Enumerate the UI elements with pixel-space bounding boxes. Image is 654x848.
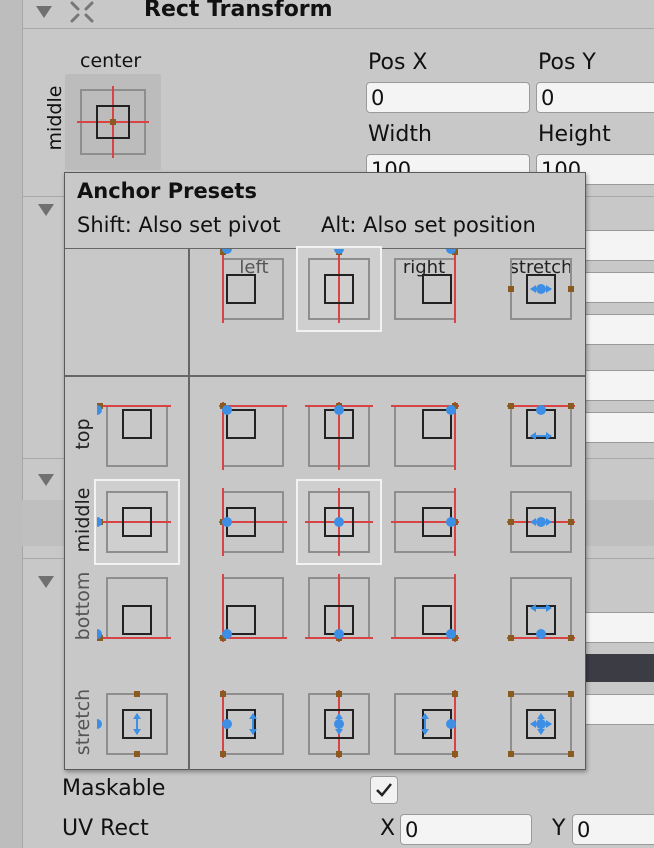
preset-stretch-left[interactable] <box>210 681 296 767</box>
anchor-preset-icon <box>507 577 575 641</box>
preset-top-none[interactable] <box>94 393 180 479</box>
preset-middle-none[interactable] <box>94 479 180 565</box>
left-gutter <box>0 0 23 848</box>
anchor-preset-icon <box>305 574 373 642</box>
header-divider <box>22 28 654 29</box>
anchor-preset-icon <box>391 402 459 470</box>
anchor-preset-icon <box>391 488 459 556</box>
anchor-preset-icon <box>394 249 458 323</box>
preset-stretch-center[interactable] <box>296 681 382 767</box>
checkmark-icon <box>376 783 392 797</box>
anchor-h-label: center <box>80 50 142 72</box>
anchor-preset-icon <box>308 690 370 758</box>
component-title: Rect Transform <box>144 0 333 22</box>
preset-top-left[interactable] <box>210 393 296 479</box>
anchor-preset-icon <box>507 403 575 467</box>
height-label: Height <box>538 122 611 147</box>
anchor-preset-button[interactable] <box>65 74 161 170</box>
foldout-arrow-icon[interactable] <box>38 576 54 588</box>
preset-top-center[interactable] <box>296 393 382 479</box>
rect-transform-icon <box>68 0 96 28</box>
preset-stretch-stretch[interactable] <box>498 681 584 767</box>
anchor-presets-popup: Anchor Presets Shift: Also set pivot Alt… <box>64 172 586 770</box>
preset-middle-stretch[interactable] <box>498 479 584 565</box>
uv-rect-label: UV Rect <box>62 816 149 841</box>
preset-none-right[interactable] <box>382 246 468 332</box>
preset-top-stretch[interactable] <box>498 393 584 479</box>
anchor-preset-icon <box>508 258 574 320</box>
pos-x-label: Pos X <box>368 50 428 75</box>
anchor-preset-icon <box>219 488 287 556</box>
uv-y-field[interactable]: 0 <box>572 814 654 845</box>
anchor-preset-icon <box>220 249 284 323</box>
maskable-checkbox[interactable] <box>370 776 398 804</box>
preset-middle-center[interactable] <box>296 479 382 565</box>
foldout-arrow-icon[interactable] <box>38 474 54 486</box>
preset-none-stretch[interactable] <box>498 246 584 332</box>
anchor-v-label: middle <box>44 85 66 151</box>
width-label: Width <box>368 122 432 147</box>
foldout-arrow-icon[interactable] <box>38 204 54 216</box>
anchor-preset-icon <box>97 691 168 757</box>
anchor-preset-icon <box>305 402 373 470</box>
anchor-preset-icon <box>394 690 458 758</box>
preset-stretch-none[interactable] <box>94 681 180 767</box>
pos-y-field[interactable]: 0 <box>536 82 654 113</box>
pos-x-field[interactable]: 0 <box>366 82 530 113</box>
uv-x-field[interactable]: 0 <box>400 814 532 845</box>
uv-y-label: Y <box>552 816 566 841</box>
anchor-preset-icon <box>219 402 287 470</box>
anchor-preset-icon <box>219 574 287 642</box>
preset-top-right[interactable] <box>382 393 468 479</box>
preset-bottom-none[interactable] <box>94 565 180 651</box>
anchor-preset-icon <box>97 577 171 641</box>
anchor-preset-icon <box>97 491 171 553</box>
preset-bottom-left[interactable] <box>210 565 296 651</box>
anchor-preset-icon <box>308 249 370 323</box>
anchor-preset-icon <box>507 491 575 553</box>
preset-middle-right[interactable] <box>382 479 468 565</box>
anchor-preset-icon <box>97 403 171 467</box>
preset-none-center[interactable] <box>296 246 382 332</box>
anchor-preset-icon <box>391 574 459 642</box>
anchor-preset-icon <box>220 690 284 758</box>
uv-x-label: X <box>380 816 396 841</box>
maskable-label: Maskable <box>62 776 166 801</box>
anchor-preset-icon <box>508 691 574 757</box>
preset-bottom-stretch[interactable] <box>498 565 584 651</box>
preset-bottom-right[interactable] <box>382 565 468 651</box>
preset-middle-left[interactable] <box>210 479 296 565</box>
anchor-preset-icon <box>77 86 149 158</box>
preset-none-left[interactable] <box>210 246 296 332</box>
preset-bottom-center[interactable] <box>296 565 382 651</box>
foldout-arrow-icon[interactable] <box>36 6 52 18</box>
preset-stretch-right[interactable] <box>382 681 468 767</box>
anchor-preset-icon <box>305 488 373 556</box>
pos-y-label: Pos Y <box>538 50 596 75</box>
preset-grid <box>65 173 585 769</box>
